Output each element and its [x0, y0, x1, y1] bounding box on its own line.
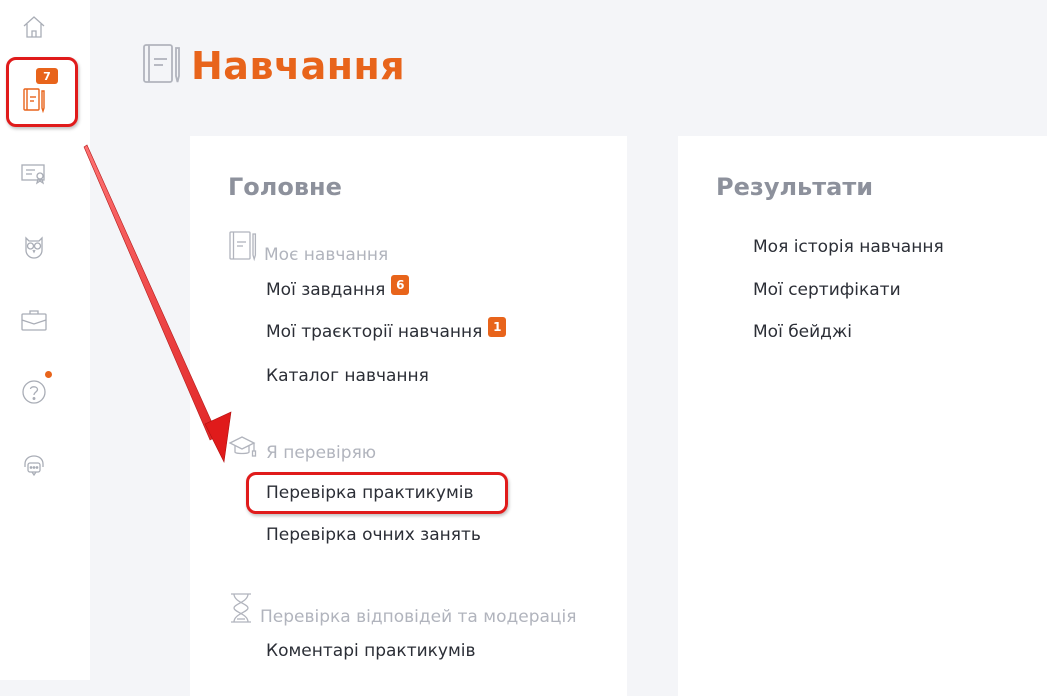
link-learning-catalog[interactable]: Каталог навчання: [266, 366, 429, 386]
link-label: Мої бейджі: [753, 322, 852, 342]
section-my-learning: Моє навчання: [228, 230, 388, 267]
book-icon: [228, 230, 258, 267]
link-learning-history[interactable]: Моя історія навчання: [753, 237, 944, 257]
link-label: Коментарі практикумів: [266, 641, 476, 661]
results-card-title: Результати: [716, 173, 874, 201]
link-label: Мої завдання: [266, 280, 386, 300]
link-label: Каталог навчання: [266, 366, 429, 386]
link-my-tasks[interactable]: Мої завдання 6: [266, 275, 410, 300]
hourglass-icon: [228, 592, 254, 629]
link-label: Мої сертифікати: [753, 280, 901, 300]
support-chat-icon[interactable]: [17, 449, 51, 483]
main-card: Головне Моє навчання Мої завдання 6 Мої …: [190, 136, 627, 696]
help-icon[interactable]: [17, 375, 51, 409]
link-label: Мої траєкторії навчання: [266, 322, 483, 342]
link-in-person-review[interactable]: Перевірка очних занять: [266, 525, 481, 545]
link-my-badges[interactable]: Мої бейджі: [753, 322, 852, 342]
link-my-trajectories[interactable]: Мої траєкторії навчання 1: [266, 317, 507, 342]
main-card-title: Головне: [228, 173, 342, 201]
section-i-review: Я перевіряю: [228, 434, 376, 465]
page-book-icon: [141, 42, 183, 90]
page-header: Навчання: [141, 42, 405, 90]
highlight-frame-practicum-review: [246, 472, 508, 514]
section-answers-moderation: Перевірка відповідей та модерація: [228, 592, 576, 629]
link-label: Моя історія навчання: [753, 237, 944, 257]
trajectories-count-badge: 1: [488, 317, 507, 337]
home-icon[interactable]: [17, 10, 51, 44]
link-practicum-comments[interactable]: Коментарі практикумів: [266, 641, 476, 661]
section-heading: Я перевіряю: [266, 443, 377, 463]
page-title: Навчання: [191, 44, 406, 88]
notification-dot: [44, 370, 53, 379]
results-card: Результати Моя історія навчання Мої серт…: [678, 136, 1047, 696]
certificate-icon[interactable]: [17, 156, 51, 190]
highlight-frame-sidebar: [6, 57, 78, 127]
section-heading: Перевірка відповідей та модерація: [260, 607, 577, 627]
tasks-count-badge: 6: [391, 275, 410, 295]
briefcase-icon[interactable]: [17, 303, 51, 337]
owl-icon[interactable]: [17, 229, 51, 263]
graduation-cap-icon: [228, 434, 260, 465]
link-my-certificates[interactable]: Мої сертифікати: [753, 280, 901, 300]
section-heading: Моє навчання: [264, 245, 389, 265]
link-label: Перевірка очних занять: [266, 525, 481, 545]
